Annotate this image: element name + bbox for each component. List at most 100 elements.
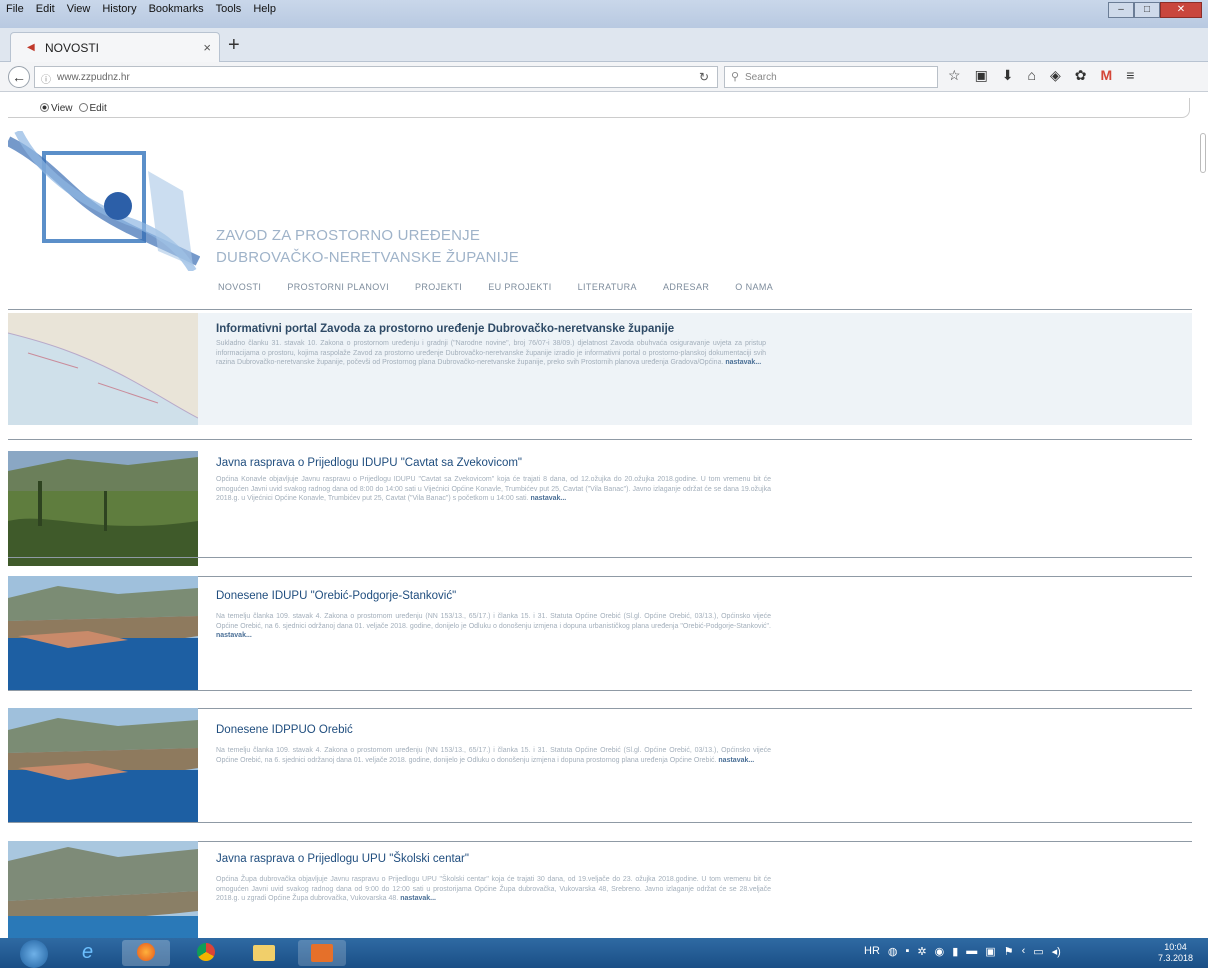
news-article: Donesene IDUPU "Orebić-Podgorje-Stankovi… [8,576,1192,691]
firefox-icon[interactable] [122,940,170,966]
language-indicator[interactable]: HR [864,945,880,958]
nav-adresar[interactable]: ADRESAR [663,282,709,292]
tray-app-icon[interactable]: ▣ [985,945,995,958]
tray-app-icon[interactable]: ▮ [952,945,958,958]
bookmark-star-icon[interactable]: ☆ [948,67,961,84]
menu-help[interactable]: Help [251,2,278,20]
internet-explorer-icon[interactable]: e [66,940,114,966]
nav-projekti[interactable]: PROJEKTI [415,282,462,292]
menu-bookmarks[interactable]: Bookmarks [147,2,206,20]
reload-icon[interactable]: ↻ [699,70,709,84]
network-icon[interactable]: ▭ [1033,945,1043,958]
site-title-line-1: ZAVOD ZA PROSTORNO UREĐENJE [216,227,481,244]
read-more-link[interactable]: nastavak... [725,359,761,366]
chrome-icon[interactable] [182,940,230,966]
hamburger-menu-icon[interactable]: ≡ [1126,67,1134,84]
menu-file[interactable]: File [4,2,26,20]
info-icon[interactable]: ⓘ [41,71,51,86]
read-more-link[interactable]: nastavak... [216,632,252,639]
close-window-button[interactable]: ✕ [1160,2,1202,18]
article-title[interactable]: Javna rasprava o Prijedlogu UPU "Školski… [216,853,469,865]
search-icon: ⚲ [731,71,740,83]
start-button[interactable] [20,940,48,968]
gmail-icon[interactable]: M [1101,67,1113,84]
tray-app-icon[interactable]: ✲ [917,945,926,958]
news-article: Javna rasprava o Prijedlogu UPU "Školski… [8,841,1192,938]
back-arrow-icon[interactable]: ← [8,66,30,88]
featured-article: Informativni portal Zavoda za prostorno … [8,313,1192,425]
article-image-orebic[interactable] [8,576,198,691]
system-tray: HR ◍ ▪ ✲ ◉ ▮ ▬ ▣ ⚑ ‹ ▭ ◂) [864,945,1061,958]
maximize-button[interactable]: □ [1134,2,1160,18]
site-title-line-2: DUBROVAČKO-NERETVANSKE ŽUPANIJE [216,249,519,266]
article-image-orebic-2[interactable] [8,708,198,823]
sync-icon[interactable]: ✿ [1075,67,1087,84]
menu-tools[interactable]: Tools [214,2,244,20]
featured-text: Sukladno članku 31. stavak 10. Zakona o … [216,340,766,366]
volume-icon[interactable]: ◂) [1052,945,1061,958]
menu-bar: File Edit View History Bookmarks Tools H… [4,2,278,20]
file-explorer-icon[interactable] [240,940,288,966]
article-image-cavtat[interactable] [8,451,198,566]
featured-map-image[interactable] [8,313,198,425]
search-input[interactable]: ⚲ Search [724,66,938,88]
article-text: Na temelju članka 109. stavak 4. Zakona … [216,747,771,764]
read-more-link[interactable]: nastavak... [530,495,566,502]
office-app-icon[interactable] [298,940,346,966]
clipboard-icon[interactable]: ▣ [975,67,988,84]
nav-novosti[interactable]: NOVOSTI [218,282,261,292]
tray-app-icon[interactable]: ▪ [906,945,910,958]
read-more-link[interactable]: nastavak... [400,895,436,902]
article-title[interactable]: Donesene IDUPU "Orebić-Podgorje-Stankovi… [216,590,456,602]
divider [8,309,1192,310]
divider [8,822,1192,823]
page-content: View Edit ZAVOD ZA PROSTORNO UREĐENJE DU… [0,93,1208,938]
menu-history[interactable]: History [100,2,138,20]
download-icon[interactable]: ⬇ [1002,67,1014,84]
news-article: Donesene IDPPUO Orebić Na temelju članka… [8,708,1192,823]
menu-view[interactable]: View [65,2,93,20]
read-more-link[interactable]: nastavak... [718,757,754,764]
article-text: Na temelju članka 109. stavak 4. Zakona … [216,613,771,639]
home-icon[interactable]: ⌂ [1028,67,1036,84]
article-text: Općina Konavle objavljuje Javnu raspravu… [216,476,771,502]
nav-o-nama[interactable]: O NAMA [735,282,773,292]
minimize-button[interactable]: – [1108,2,1134,18]
tray-app-icon[interactable]: ⚑ [1004,945,1014,958]
site-favicon-icon: ◀ [27,42,35,53]
edit-bar-frame [8,98,1190,118]
tray-app-icon[interactable]: ▬ [966,945,977,958]
pocket-icon[interactable]: ◈ [1050,67,1061,84]
close-tab-icon[interactable]: × [203,40,211,55]
scrollbar-thumb[interactable] [1200,133,1206,173]
view-radio[interactable]: View [40,103,73,114]
article-title[interactable]: Donesene IDPPUO Orebić [216,724,353,736]
edit-radio[interactable]: Edit [78,103,107,114]
article-title[interactable]: Javna rasprava o Prijedlogu IDUPU "Cavta… [216,457,522,469]
clock-time: 10:04 [1164,942,1187,952]
new-tab-icon[interactable]: + [228,34,240,57]
news-article: Javna rasprava o Prijedlogu IDUPU "Cavta… [8,451,1192,566]
site-logo [8,131,200,271]
nav-prostorni-planovi[interactable]: PROSTORNI PLANOVI [287,282,389,292]
divider [8,439,1192,440]
article-image-zupa[interactable] [8,841,198,938]
article-text: Općina Župa dubrovačka objavljuje Javnu … [216,876,771,902]
tab-strip: ◀ NOVOSTI × + [0,28,1208,62]
tab-novosti[interactable]: ◀ NOVOSTI × [10,32,220,62]
menu-edit[interactable]: Edit [34,2,57,20]
tray-app-icon[interactable]: ◍ [888,945,898,958]
nav-literatura[interactable]: LITERATURA [578,282,637,292]
tray-app-icon[interactable]: ◉ [935,945,945,958]
divider [8,690,1192,691]
system-clock[interactable]: 10:04 7.3.2018 [1158,942,1193,964]
divider [8,557,1192,558]
nav-eu-projekti[interactable]: EU PROJEKTI [488,282,551,292]
clock-date: 7.3.2018 [1158,953,1194,963]
featured-title[interactable]: Informativni portal Zavoda za prostorno … [216,323,674,335]
show-hidden-icons-icon[interactable]: ‹ [1022,945,1026,958]
windows-taskbar: e HR ◍ ▪ ✲ ◉ ▮ ▬ ▣ ⚑ ‹ ▭ ◂) 10:04 7.3.20… [0,938,1208,968]
window-controls: – □ ✕ [1108,2,1202,18]
url-bar[interactable]: ⓘ www.zzpudnz.hr ↻ [34,66,718,88]
window-titlebar: File Edit View History Bookmarks Tools H… [0,0,1208,30]
